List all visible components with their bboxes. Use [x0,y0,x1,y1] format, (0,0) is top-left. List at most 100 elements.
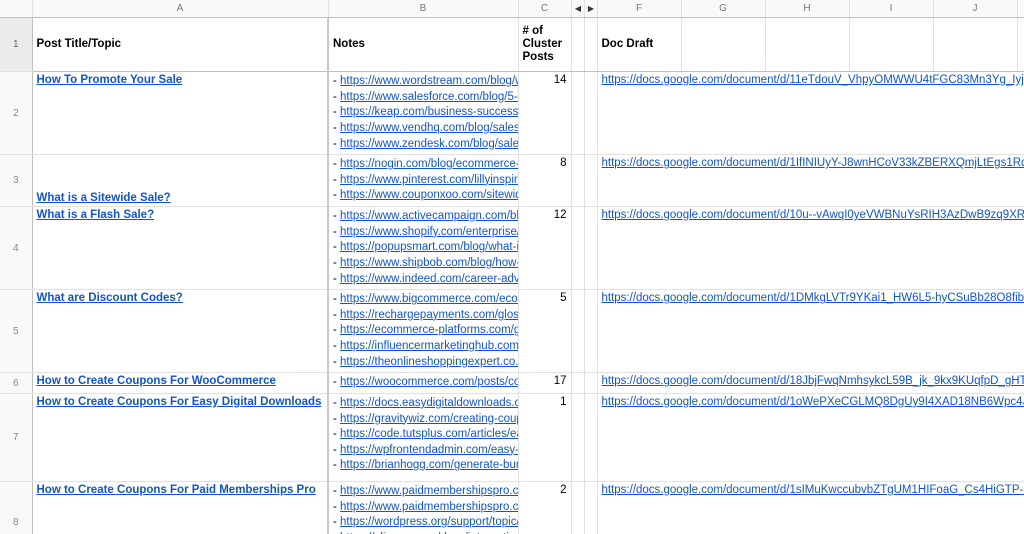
cluster-posts-cell[interactable]: 12 [518,206,572,291]
cluster-posts-cell[interactable]: 14 [518,71,572,156]
post-title-link[interactable]: How to Create Coupons For WooCommerce [37,375,276,387]
doc-draft-link[interactable]: https://docs.google.com/document/d/10u--… [602,209,1024,221]
note-link[interactable]: https://www.zendesk.com/blog/sales- [340,138,517,150]
doc-draft-link[interactable]: https://docs.google.com/document/d/18Jbj… [602,375,1024,387]
note-link[interactable]: https://www.bigcommerce.com/ecomm [340,293,517,305]
post-title-link[interactable]: What are Discount Codes? [37,292,183,304]
post-title-link[interactable]: How To Promote Your Sale [37,74,183,86]
note-link[interactable]: https://woocommerce.com/posts/coup [340,376,517,388]
cluster-posts-cell[interactable]: 8 [518,154,572,207]
note-link[interactable]: https://www.pinterest.com/lillyinspired [340,174,517,186]
notes-cell[interactable]: - https://www.bigcommerce.com/ecomm - htt… [328,289,519,374]
note-link[interactable]: https://influencermarketinghub.com/g [340,340,517,352]
header-cell-h[interactable] [765,17,850,72]
note-link[interactable]: https://gravitywiz.com/creating-coupo [340,413,517,425]
chevron-left-icon[interactable]: ◀ [572,0,585,17]
note-link[interactable]: https://theonlineshoppingexpert.co.uk [340,356,517,368]
header-cell-i[interactable] [849,17,934,72]
column-header-k[interactable] [1017,0,1024,18]
post-title-link[interactable]: How to Create Coupons For Easy Digital D… [37,396,322,408]
note-link[interactable]: https://rechargepayments.com/glossa [340,309,517,321]
column-header-j[interactable]: J [933,0,1018,18]
post-title-cell[interactable]: What is a Sitewide Sale? [32,154,329,207]
notes-cell[interactable]: - https://www.paidmembershipspro.con - ht… [328,481,519,534]
doc-draft-cell[interactable]: https://docs.google.com/document/d/1IfIN… [597,154,1024,207]
post-title-cell[interactable]: How to Create Coupons For Easy Digital D… [32,393,329,482]
row-number-2[interactable]: 2 [0,71,33,156]
notes-cell[interactable]: - https://www.wordstream.com/blog/ws - ht… [328,71,519,156]
note-link[interactable]: https://www.wordstream.com/blog/ws [340,75,517,87]
doc-draft-cell[interactable]: https://docs.google.com/document/d/11eTd… [597,71,1024,156]
note-link[interactable]: https://www.vendhq.com/blog/sales-p [340,122,517,134]
row-number-1[interactable]: 1 [0,17,33,72]
post-title-cell[interactable]: How to Create Coupons For WooCommerce [32,372,329,394]
doc-draft-cell[interactable]: https://docs.google.com/document/d/1DMkg… [597,289,1024,374]
note-link[interactable]: https://wpfrontendadmin.com/easy-di [340,444,517,456]
notes-cell[interactable]: - https://www.activecampaign.com/blog - h… [328,206,519,291]
select-all-corner[interactable] [0,0,33,18]
note-link[interactable]: https://www.indeed.com/career-advic [340,273,517,285]
header-cell-doc-draft[interactable]: Doc Draft [597,17,682,72]
header-cell-j[interactable] [933,17,1018,72]
note-link[interactable]: https://www.paidmembershipspro.con [340,485,517,497]
post-title-link[interactable]: How to Create Coupons For Paid Membershi… [37,484,316,496]
header-cell-post-title[interactable]: Post Title/Topic [32,17,329,72]
doc-draft-link[interactable]: https://docs.google.com/document/d/1IfIN… [602,157,1024,169]
row-number-3[interactable]: 3 [0,154,33,207]
collapse-right-button[interactable]: ▶ [584,0,598,18]
header-cell-notes[interactable]: Notes [328,17,519,72]
doc-draft-link[interactable]: https://docs.google.com/document/d/1sIMu… [602,484,1024,496]
notes-cell[interactable]: - https://docs.easydigitaldownloads.cor -… [328,393,519,482]
note-link[interactable]: https://www.paidmembershipspro.con [340,501,517,513]
cluster-posts-cell[interactable]: 1 [518,393,572,482]
notes-cell[interactable]: - https://nogin.com/blog/ecommerce-re - h… [328,154,519,207]
doc-draft-cell[interactable]: https://docs.google.com/document/d/18Jbj… [597,372,1024,394]
post-title-cell[interactable]: What is a Flash Sale? [32,206,329,291]
post-title-link[interactable]: What is a Sitewide Sale? [37,192,171,204]
note-link[interactable]: https://www.couponxoo.com/sitewide- [340,189,517,201]
note-link[interactable]: https://keap.com/business-success-bl [340,106,517,118]
post-title-cell[interactable]: What are Discount Codes? [32,289,329,374]
row-number-5[interactable]: 5 [0,289,33,374]
doc-draft-link[interactable]: https://docs.google.com/document/d/11eTd… [602,74,1024,86]
note-link[interactable]: https://brianhogg.com/generate-buncl [340,459,517,471]
column-header-a[interactable]: A [32,0,329,18]
cluster-posts-cell[interactable]: 5 [518,289,572,374]
note-link[interactable]: https://www.salesforce.com/blog/5-ke [340,91,517,103]
note-link[interactable]: https://www.activecampaign.com/blog [340,210,517,222]
note-link[interactable]: https://popupsmart.com/blog/what-is- [340,241,517,253]
row-number-4[interactable]: 4 [0,206,33,291]
note-link[interactable]: https://code.tutsplus.com/articles/eas [340,428,517,440]
note-link[interactable]: https://ecommerce-platforms.com/glo [340,324,517,336]
column-header-f[interactable]: F [597,0,682,18]
chevron-right-icon[interactable]: ▶ [585,0,598,17]
column-header-g[interactable]: G [681,0,766,18]
column-header-i[interactable]: I [849,0,934,18]
doc-draft-link[interactable]: https://docs.google.com/document/d/1DMkg… [602,292,1024,304]
note-link[interactable]: https://docs.easydigitaldownloads.cor [340,397,517,409]
header-cell-k[interactable] [1017,17,1024,72]
header-cell-g[interactable] [681,17,766,72]
note-link[interactable]: https://www.shopify.com/enterprise/fla [340,226,517,238]
doc-draft-cell[interactable]: https://docs.google.com/document/d/1sIMu… [597,481,1024,534]
row-number-6[interactable]: 6 [0,372,33,394]
doc-draft-cell[interactable]: https://docs.google.com/document/d/10u--… [597,206,1024,291]
collapse-left-button[interactable]: ◀ [571,0,585,18]
doc-draft-link[interactable]: https://docs.google.com/document/d/1oWeP… [602,396,1024,408]
post-title-cell[interactable]: How To Promote Your Sale [32,71,329,156]
post-title-cell[interactable]: How to Create Coupons For Paid Membershi… [32,481,329,534]
column-header-h[interactable]: H [765,0,850,18]
note-link[interactable]: https://www.shipbob.com/blog/how-to [340,257,517,269]
cluster-posts-cell[interactable]: 2 [518,481,572,534]
cluster-posts-cell[interactable]: 17 [518,372,572,394]
row-number-8[interactable]: 8 [0,481,33,534]
note-link[interactable]: https://wordpress.org/support/topic/m [340,516,517,528]
doc-draft-cell[interactable]: https://docs.google.com/document/d/1oWeP… [597,393,1024,482]
column-header-b[interactable]: B [328,0,519,18]
note-link[interactable]: https://nogin.com/blog/ecommerce-re [340,158,517,170]
post-title-link[interactable]: What is a Flash Sale? [37,209,155,221]
spreadsheet-grid[interactable]: A B C ◀ ▶ F G H I J 1 Post Title/Topic N… [0,0,1024,534]
column-header-c[interactable]: C [518,0,572,18]
header-cell-cluster-posts[interactable]: # of Cluster Posts [518,17,572,72]
row-number-7[interactable]: 7 [0,393,33,482]
